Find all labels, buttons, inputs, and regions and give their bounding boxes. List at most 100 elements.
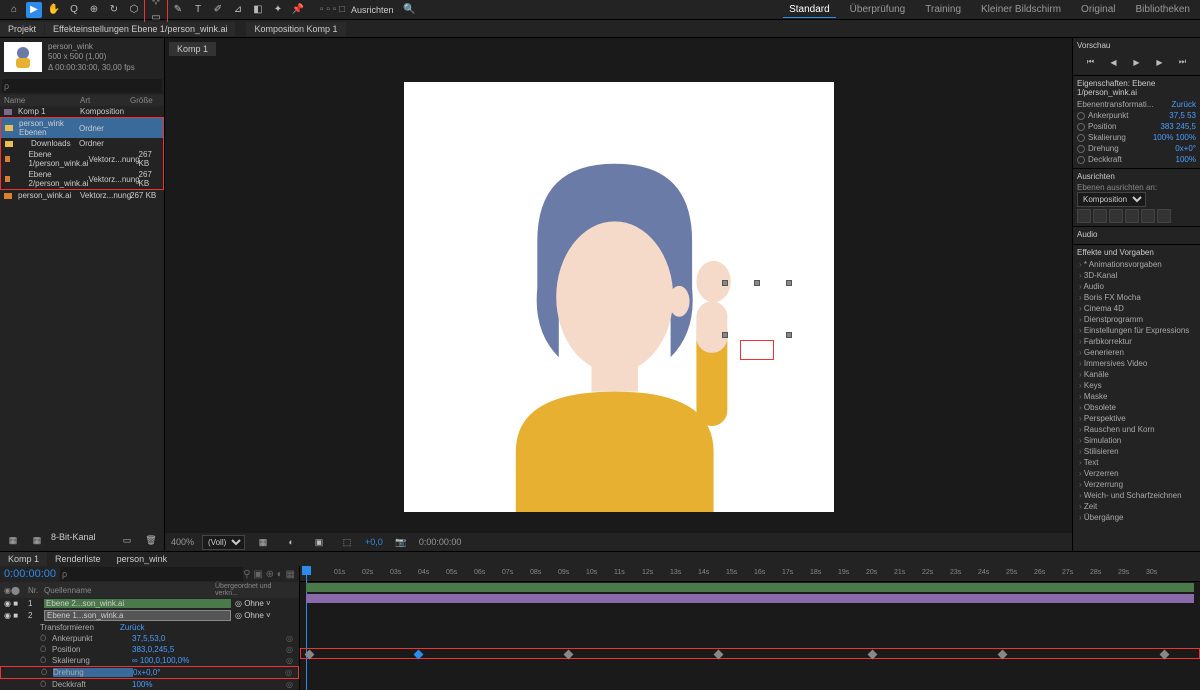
zoom-level[interactable]: 400% <box>171 537 194 547</box>
fx-einstellungen-f-r-expressions[interactable]: Einstellungen für Expressions <box>1077 325 1196 336</box>
prop-skalierung[interactable]: Skalierung100% 100% <box>1077 132 1196 143</box>
item-layers-folder[interactable]: person_wink EbenenOrdner <box>1 118 163 138</box>
fx-rauschen-und-korn[interactable]: Rauschen und Korn <box>1077 424 1196 435</box>
first-frame-icon[interactable]: ⏮ <box>1083 54 1099 70</box>
snapshot-icon[interactable]: 📷 <box>393 534 409 550</box>
item-layer2[interactable]: Ebene 2/person_wink.aiVektorz...nung267 … <box>1 169 163 189</box>
tab-project[interactable]: Projekt <box>0 22 44 36</box>
fx-perspektive[interactable]: Perspektive <box>1077 413 1196 424</box>
tl-prop-deckkraft[interactable]: ÖDeckkraft100%◎ <box>0 679 299 690</box>
orbit-tool[interactable]: ⊕ <box>86 2 102 18</box>
next-frame-icon[interactable]: ▶ <box>1152 54 1168 70</box>
keyframe-6[interactable] <box>1160 650 1170 660</box>
handle-tc[interactable] <box>754 280 760 286</box>
track-bar-1[interactable] <box>306 583 1194 592</box>
align-label[interactable]: Ausrichten <box>351 5 394 15</box>
tab-effects[interactable]: Effekteinstellungen Ebene 1/person_wink.… <box>45 22 235 36</box>
fx-boris-fx-mocha[interactable]: Boris FX Mocha <box>1077 292 1196 303</box>
fx-farbkorrektur[interactable]: Farbkorrektur <box>1077 336 1196 347</box>
prop-ankerpunkt[interactable]: Ankerpunkt37,5 53 <box>1077 110 1196 121</box>
timeline-timecode[interactable]: 0:00:00:00 <box>0 566 60 582</box>
fx-cinema-4d[interactable]: Cinema 4D <box>1077 303 1196 314</box>
align-top[interactable] <box>1125 209 1139 223</box>
resolution-select[interactable]: (Voll) <box>202 535 245 550</box>
viewer-comp-tab[interactable]: Komp 1 <box>169 42 216 56</box>
fx-obsolete[interactable]: Obsolete <box>1077 402 1196 413</box>
prop-deckkraft[interactable]: Deckkraft100% <box>1077 154 1196 165</box>
fx--berg-nge[interactable]: Übergänge <box>1077 512 1196 523</box>
bpc-icon[interactable]: ▦ <box>29 532 45 548</box>
tl-prop-position[interactable]: ÖPosition383,0,245,5◎ <box>0 644 299 655</box>
keyframe-0[interactable] <box>304 650 314 660</box>
home-icon[interactable]: ⌂ <box>6 2 22 18</box>
trash-icon[interactable]: 🗑 <box>143 532 159 548</box>
layer-1[interactable]: ◉ ■1Ebene 2...son_wink.ai◎ Ohne ˅ <box>0 598 299 609</box>
fx-verzerren[interactable]: Verzerren <box>1077 468 1196 479</box>
time-ruler[interactable]: 01s02s03s04s05s06s07s08s09s10s11s12s13s1… <box>300 566 1200 582</box>
search-icon[interactable]: 🔍 <box>402 2 418 18</box>
prop-drehung[interactable]: Drehung0x+0° <box>1077 143 1196 154</box>
canvas-area[interactable] <box>165 60 1072 533</box>
align-hc[interactable] <box>1093 209 1107 223</box>
exposure-icon[interactable]: +0,0 <box>365 537 383 547</box>
layer-2[interactable]: ◉ ■2Ebene 1...son_wink.a◎ Ohne ˅ <box>0 609 299 622</box>
mask-icon[interactable]: ◐ <box>283 534 299 550</box>
align-left[interactable] <box>1077 209 1091 223</box>
tl-tab-comp[interactable]: Komp 1 <box>0 552 47 566</box>
eraser-tool[interactable]: ◧ <box>250 2 266 18</box>
fx-simulation[interactable]: Simulation <box>1077 435 1196 446</box>
item-downloads[interactable]: DownloadsOrdner <box>1 138 163 149</box>
keyframe-row-rotation[interactable] <box>300 648 1200 659</box>
handle-tr[interactable] <box>786 280 792 286</box>
prop-position[interactable]: Position383 245,5 <box>1077 121 1196 132</box>
fx-text[interactable]: Text <box>1077 457 1196 468</box>
tl-prop-ankerpunkt[interactable]: ÖAnkerpunkt37,5,53,0◎ <box>0 633 299 644</box>
keyframe-3[interactable] <box>713 650 723 660</box>
fx-3d-kanal[interactable]: 3D-Kanal <box>1077 270 1196 281</box>
tl-prop-skalierung[interactable]: ÖSkalierung∞ 100,0,100,0%◎ <box>0 655 299 666</box>
anchor-tool[interactable]: ⊹ <box>148 0 164 10</box>
handle-mr[interactable] <box>786 332 792 338</box>
rotate-tool[interactable]: ↻ <box>106 2 122 18</box>
tl-prop-drehung[interactable]: ÖDrehung0x+0,0°◎ <box>0 666 299 679</box>
alpha-icon[interactable]: ⬚ <box>339 534 355 550</box>
item-layer1[interactable]: Ebene 1/person_wink.aiVektorz...nung267 … <box>1 149 163 169</box>
keyframe-2[interactable] <box>563 650 573 660</box>
prev-frame-icon[interactable]: ◀ <box>1106 54 1122 70</box>
interpret-icon[interactable]: ▦ <box>5 532 21 548</box>
play-icon[interactable]: ▶ <box>1129 54 1145 70</box>
fx-maske[interactable]: Maske <box>1077 391 1196 402</box>
item-ai-file[interactable]: person_wink.aiVektorz...nung267 KB <box>0 190 164 201</box>
keyframe-4[interactable] <box>867 650 877 660</box>
grid-icon[interactable]: ▦ <box>255 534 271 550</box>
fx-kan-le[interactable]: Kanäle <box>1077 369 1196 380</box>
ws-standard[interactable]: Standard <box>783 2 836 18</box>
puppet-tool[interactable]: 📌 <box>290 2 306 18</box>
fx-zeit[interactable]: Zeit <box>1077 501 1196 512</box>
fx-verzerrung[interactable]: Verzerrung <box>1077 479 1196 490</box>
new-folder-icon[interactable]: ▭ <box>119 532 135 548</box>
fx-stilisieren[interactable]: Stilisieren <box>1077 446 1196 457</box>
type-tool[interactable]: T <box>190 2 206 18</box>
ws-libs[interactable]: Bibliotheken <box>1130 2 1196 18</box>
timeline-tracks[interactable]: 01s02s03s04s05s06s07s08s09s10s11s12s13s1… <box>300 566 1200 690</box>
align-vc[interactable] <box>1141 209 1155 223</box>
track-bar-2[interactable] <box>306 594 1194 603</box>
ws-original[interactable]: Original <box>1075 2 1121 18</box>
align-bottom[interactable] <box>1157 209 1171 223</box>
pen-tool[interactable]: ✎ <box>170 2 186 18</box>
brush-tool[interactable]: ✐ <box>210 2 226 18</box>
camera-tool[interactable]: ⬡ <box>126 2 142 18</box>
fx-generieren[interactable]: Generieren <box>1077 347 1196 358</box>
ws-review[interactable]: Überprüfung <box>844 2 912 18</box>
keyframe-1[interactable] <box>413 650 423 660</box>
bit-depth[interactable]: 8-Bit-Kanal <box>51 532 96 548</box>
keyframe-5[interactable] <box>997 650 1007 660</box>
selection-tool[interactable]: ▶ <box>26 2 42 18</box>
zoom-tool[interactable]: Q <box>66 2 82 18</box>
stamp-tool[interactable]: ⊿ <box>230 2 246 18</box>
hand-tool[interactable]: ✋ <box>46 2 62 18</box>
timeline-search[interactable] <box>60 567 243 581</box>
project-search[interactable] <box>2 79 162 93</box>
tl-tab-footage[interactable]: person_wink <box>109 552 176 566</box>
